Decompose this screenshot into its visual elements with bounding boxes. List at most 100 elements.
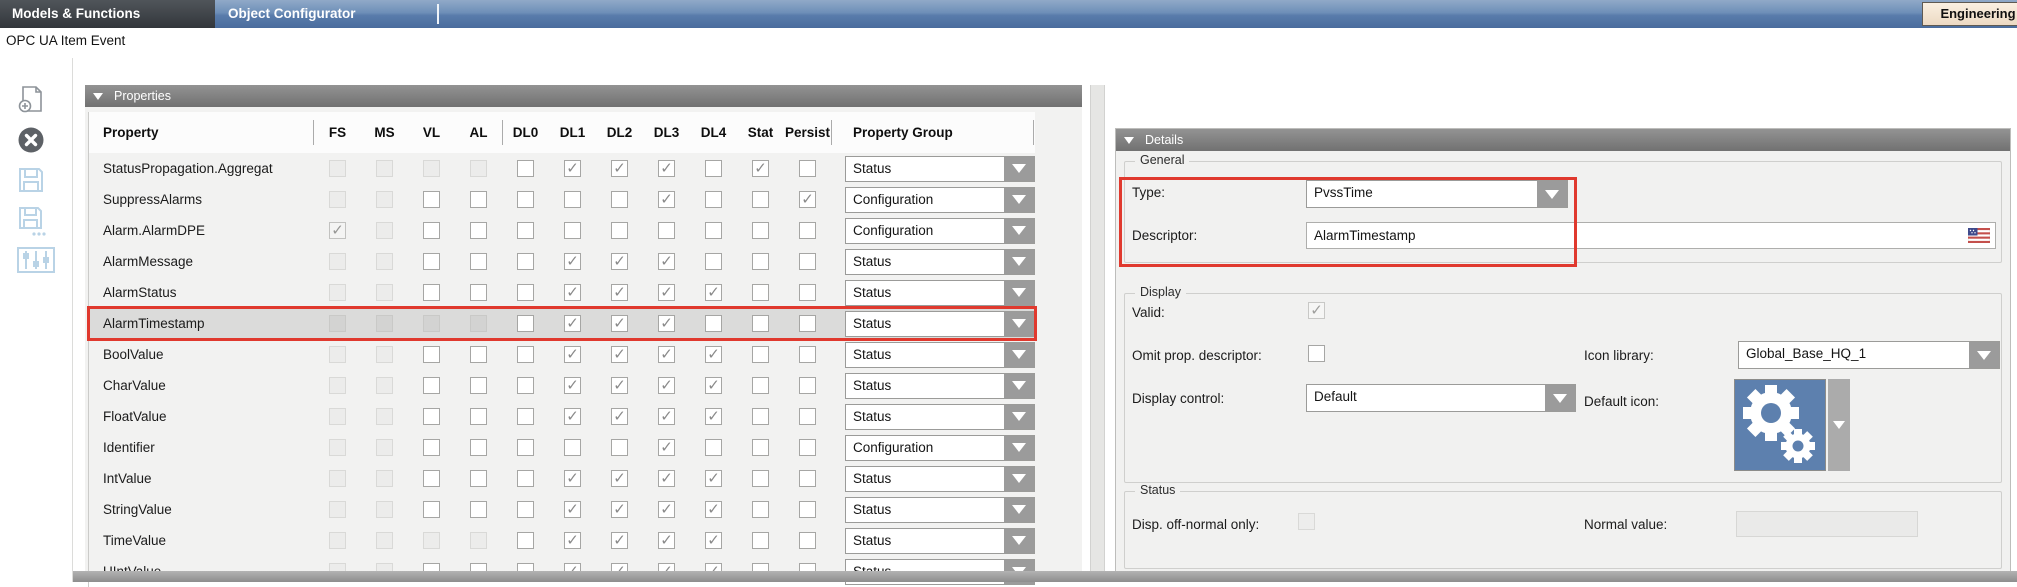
checkbox-dl0[interactable] — [517, 191, 534, 208]
checkbox-dl1[interactable] — [564, 532, 581, 549]
checkbox-dl2[interactable] — [611, 408, 628, 425]
checkbox-dl0[interactable] — [517, 377, 534, 394]
checkbox-dl3[interactable] — [658, 346, 675, 363]
checkbox-stat[interactable] — [752, 439, 769, 456]
property-group-dropdown[interactable]: Configuration — [845, 187, 1035, 213]
checkbox-stat[interactable] — [752, 346, 769, 363]
checkbox-al[interactable] — [470, 253, 487, 270]
table-row[interactable]: StringValue Status — [89, 494, 1035, 525]
checkbox-vl[interactable] — [423, 501, 440, 518]
checkbox-stat[interactable] — [752, 160, 769, 177]
table-row[interactable]: BoolValue Status — [89, 339, 1035, 370]
checkbox-dl2[interactable] — [611, 470, 628, 487]
table-row[interactable]: IntValue Status — [89, 463, 1035, 494]
dropdown-arrow-button[interactable] — [1004, 467, 1034, 491]
checkbox-dl2[interactable] — [611, 191, 628, 208]
property-group-dropdown[interactable]: Status — [845, 528, 1035, 554]
checkbox-stat[interactable] — [752, 315, 769, 332]
table-row[interactable]: AlarmStatus Status — [89, 277, 1035, 308]
dropdown-arrow-button[interactable] — [1004, 312, 1034, 336]
checkbox-stat[interactable] — [752, 222, 769, 239]
checkbox-vl[interactable] — [423, 439, 440, 456]
horizontal-scrollbar[interactable] — [73, 571, 2017, 582]
checkbox-dl4[interactable] — [705, 191, 722, 208]
dropdown-arrow-button[interactable] — [1004, 436, 1034, 460]
property-group-dropdown[interactable]: Status — [845, 249, 1035, 275]
checkbox-stat[interactable] — [752, 501, 769, 518]
property-group-dropdown[interactable]: Status — [845, 311, 1035, 337]
checkbox-al[interactable] — [470, 284, 487, 301]
table-row[interactable]: Identifier Configuration — [89, 432, 1035, 463]
checkbox-stat[interactable] — [752, 191, 769, 208]
checkbox-dl3[interactable] — [658, 377, 675, 394]
checkbox-dl1[interactable] — [564, 501, 581, 518]
default-icon-dropdown-button[interactable] — [1828, 379, 1850, 471]
omit-descriptor-checkbox[interactable] — [1308, 345, 1325, 362]
checkbox-al[interactable] — [470, 222, 487, 239]
checkbox-persist[interactable] — [799, 501, 816, 518]
checkbox-persist[interactable] — [799, 253, 816, 270]
property-group-dropdown[interactable]: Status — [845, 342, 1035, 368]
checkbox-persist[interactable] — [799, 191, 816, 208]
checkbox-dl3[interactable] — [658, 470, 675, 487]
checkbox-stat[interactable] — [752, 532, 769, 549]
checkbox-dl2[interactable] — [611, 160, 628, 177]
type-dropdown[interactable]: PvssTime — [1306, 180, 1568, 208]
checkbox-dl1[interactable] — [564, 408, 581, 425]
checkbox-dl1[interactable] — [564, 346, 581, 363]
checkbox-dl1[interactable] — [564, 470, 581, 487]
checkbox-stat[interactable] — [752, 470, 769, 487]
checkbox-dl0[interactable] — [517, 346, 534, 363]
checkbox-dl4[interactable] — [705, 315, 722, 332]
checkbox-dl2[interactable] — [611, 284, 628, 301]
checkbox-dl0[interactable] — [517, 222, 534, 239]
checkbox-al[interactable] — [470, 191, 487, 208]
checkbox-dl1[interactable] — [564, 284, 581, 301]
checkbox-al[interactable] — [470, 408, 487, 425]
checkbox-vl[interactable] — [423, 222, 440, 239]
checkbox-dl0[interactable] — [517, 284, 534, 301]
checkbox-dl0[interactable] — [517, 532, 534, 549]
checkbox-persist[interactable] — [799, 346, 816, 363]
property-group-dropdown[interactable]: Status — [845, 497, 1035, 523]
panel-splitter[interactable] — [1090, 85, 1105, 582]
checkbox-vl[interactable] — [423, 346, 440, 363]
checkbox-dl3[interactable] — [658, 408, 675, 425]
checkbox-persist[interactable] — [799, 408, 816, 425]
checkbox-persist[interactable] — [799, 315, 816, 332]
save-icon[interactable] — [17, 166, 47, 196]
checkbox-dl2[interactable] — [611, 532, 628, 549]
table-row[interactable]: CharValue Status — [89, 370, 1035, 401]
checkbox-persist[interactable] — [799, 439, 816, 456]
checkbox-dl0[interactable] — [517, 501, 534, 518]
property-group-dropdown[interactable]: Status — [845, 404, 1035, 430]
checkbox-vl[interactable] — [423, 191, 440, 208]
checkbox-dl3[interactable] — [658, 439, 675, 456]
us-flag-icon[interactable] — [1968, 228, 1990, 246]
dropdown-arrow-button[interactable] — [1004, 219, 1034, 243]
checkbox-dl3[interactable] — [658, 191, 675, 208]
table-row[interactable]: StatusPropagation.Aggregat Status — [89, 153, 1035, 184]
checkbox-stat[interactable] — [752, 408, 769, 425]
tab-object-configurator[interactable]: Object Configurator — [228, 0, 356, 28]
icon-library-dropdown[interactable]: Global_Base_HQ_1 — [1738, 341, 2000, 369]
property-group-dropdown[interactable]: Status — [845, 373, 1035, 399]
checkbox-dl0[interactable] — [517, 160, 534, 177]
collapse-triangle-icon[interactable] — [93, 93, 103, 100]
checkbox-dl2[interactable] — [611, 315, 628, 332]
table-row[interactable]: Alarm.AlarmDPE Configuration — [89, 215, 1035, 246]
checkbox-dl1[interactable] — [564, 253, 581, 270]
checkbox-vl[interactable] — [423, 377, 440, 394]
dropdown-arrow-button[interactable] — [1004, 343, 1034, 367]
dropdown-arrow-button[interactable] — [1545, 385, 1575, 411]
checkbox-dl4[interactable] — [705, 532, 722, 549]
checkbox-dl3[interactable] — [658, 532, 675, 549]
checkbox-dl0[interactable] — [517, 439, 534, 456]
checkbox-stat[interactable] — [752, 284, 769, 301]
property-group-dropdown[interactable]: Status — [845, 466, 1035, 492]
default-icon-button[interactable] — [1734, 379, 1826, 471]
checkbox-dl3[interactable] — [658, 253, 675, 270]
checkbox-dl2[interactable] — [611, 439, 628, 456]
dropdown-arrow-button[interactable] — [1004, 281, 1034, 305]
checkbox-dl2[interactable] — [611, 377, 628, 394]
